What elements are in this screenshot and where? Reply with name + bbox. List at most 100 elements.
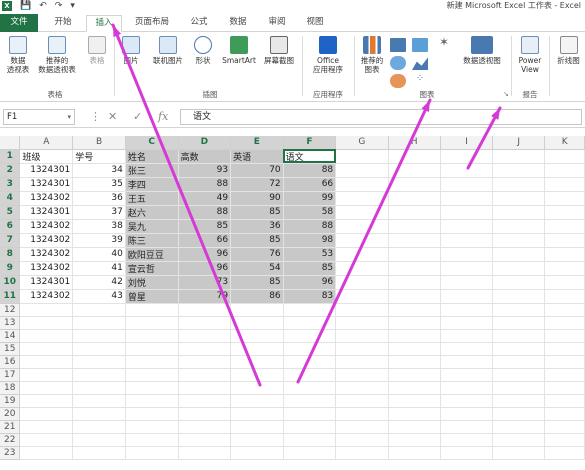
cell[interactable]: 58	[283, 205, 337, 220]
cell[interactable]	[125, 368, 179, 382]
insert-function-icon[interactable]: fx	[158, 110, 168, 123]
cell[interactable]: 79	[178, 289, 232, 304]
cell[interactable]: 42	[72, 275, 126, 290]
cell[interactable]	[544, 163, 585, 178]
cell[interactable]	[19, 420, 74, 434]
cell[interactable]	[230, 329, 284, 343]
cell[interactable]: 38	[72, 219, 126, 234]
cell[interactable]	[283, 355, 337, 369]
cell[interactable]	[19, 381, 74, 395]
cell[interactable]	[388, 446, 441, 460]
cell[interactable]	[178, 342, 232, 356]
cell[interactable]	[440, 149, 494, 164]
cell[interactable]	[335, 303, 389, 317]
screenshot-button[interactable]: 屏幕截图	[260, 36, 298, 65]
cell[interactable]	[440, 275, 494, 290]
cell[interactable]	[335, 233, 389, 248]
cell[interactable]: 96	[178, 261, 232, 276]
cell[interactable]	[178, 329, 232, 343]
cell[interactable]: 39	[72, 233, 126, 248]
cell[interactable]: 66	[283, 177, 337, 192]
cell[interactable]	[544, 342, 585, 356]
cell[interactable]	[544, 219, 585, 234]
row-header[interactable]: 2	[0, 163, 21, 178]
cell[interactable]: 赵六	[125, 205, 179, 220]
cell[interactable]	[440, 261, 494, 276]
cell[interactable]	[283, 303, 337, 317]
pie-chart-icon[interactable]	[390, 56, 406, 70]
cell[interactable]	[178, 394, 232, 408]
cell[interactable]: 班级	[19, 149, 74, 164]
cell[interactable]	[492, 289, 546, 304]
pivot-chart-button[interactable]: 数据透视图	[458, 36, 506, 65]
column-header-g[interactable]: G	[335, 136, 389, 150]
charts-dialog-launcher-icon[interactable]: ↘	[503, 90, 509, 98]
cell[interactable]	[544, 289, 585, 304]
line-chart-icon[interactable]	[412, 38, 428, 52]
row-header[interactable]: 19	[0, 394, 21, 408]
sparkline-line-button[interactable]: 折线图	[552, 36, 585, 65]
cell[interactable]	[440, 381, 494, 395]
cell[interactable]	[492, 233, 546, 248]
tab-view[interactable]: 视图	[300, 15, 330, 32]
cell[interactable]	[544, 233, 585, 248]
cell[interactable]	[178, 446, 232, 460]
row-header[interactable]: 21	[0, 420, 21, 434]
cell[interactable]: 49	[178, 191, 232, 206]
cell[interactable]	[544, 433, 585, 447]
cell[interactable]	[440, 368, 494, 382]
cell[interactable]	[388, 394, 441, 408]
cell[interactable]: 85	[230, 233, 284, 248]
cell[interactable]: 41	[72, 261, 126, 276]
cell[interactable]: 66	[178, 233, 232, 248]
tab-home[interactable]: 开始	[48, 15, 78, 32]
cell[interactable]	[125, 407, 179, 421]
cell[interactable]: 高数	[178, 149, 232, 164]
cell[interactable]: 88	[283, 163, 337, 178]
cell[interactable]	[388, 407, 441, 421]
cell[interactable]	[544, 303, 585, 317]
cell[interactable]: 88	[178, 177, 232, 192]
cell[interactable]	[335, 275, 389, 290]
cell[interactable]: 85	[283, 261, 337, 276]
cell[interactable]	[440, 316, 494, 330]
cell[interactable]: 40	[72, 247, 126, 262]
recommended-charts-button[interactable]: 推荐的 图表	[357, 36, 387, 74]
cell[interactable]	[230, 355, 284, 369]
cell[interactable]	[440, 219, 494, 234]
cell[interactable]	[283, 407, 337, 421]
cell[interactable]: 90	[230, 191, 284, 206]
cell[interactable]	[72, 420, 126, 434]
cell[interactable]	[125, 342, 179, 356]
cell[interactable]	[335, 205, 389, 220]
cell[interactable]	[492, 275, 546, 290]
row-header[interactable]: 7	[0, 233, 21, 248]
cell[interactable]	[492, 420, 546, 434]
cell[interactable]: 37	[72, 205, 126, 220]
cell[interactable]	[388, 219, 441, 234]
cell[interactable]: 李四	[125, 177, 179, 192]
row-header[interactable]: 11	[0, 289, 21, 304]
cell[interactable]	[230, 433, 284, 447]
online-picture-button[interactable]: 联机图片	[148, 36, 188, 65]
column-header-b[interactable]: B	[72, 136, 126, 150]
cell[interactable]	[544, 394, 585, 408]
cell[interactable]	[388, 381, 441, 395]
cell[interactable]	[440, 329, 494, 343]
customize-qat-icon[interactable]: ▾	[70, 1, 75, 11]
star-chart-icon[interactable]: ✶	[436, 36, 452, 52]
cell[interactable]	[72, 407, 126, 421]
cell[interactable]: 1324302	[19, 191, 74, 206]
cell[interactable]: 1324302	[19, 219, 74, 234]
cell[interactable]	[492, 433, 546, 447]
cell[interactable]	[492, 261, 546, 276]
cell[interactable]	[492, 329, 546, 343]
cell[interactable]	[335, 177, 389, 192]
cell[interactable]	[544, 446, 585, 460]
cell[interactable]	[492, 368, 546, 382]
row-header[interactable]: 20	[0, 407, 21, 421]
cell[interactable]	[544, 247, 585, 262]
cell[interactable]	[440, 446, 494, 460]
cell[interactable]	[72, 433, 126, 447]
cell[interactable]: 76	[230, 247, 284, 262]
